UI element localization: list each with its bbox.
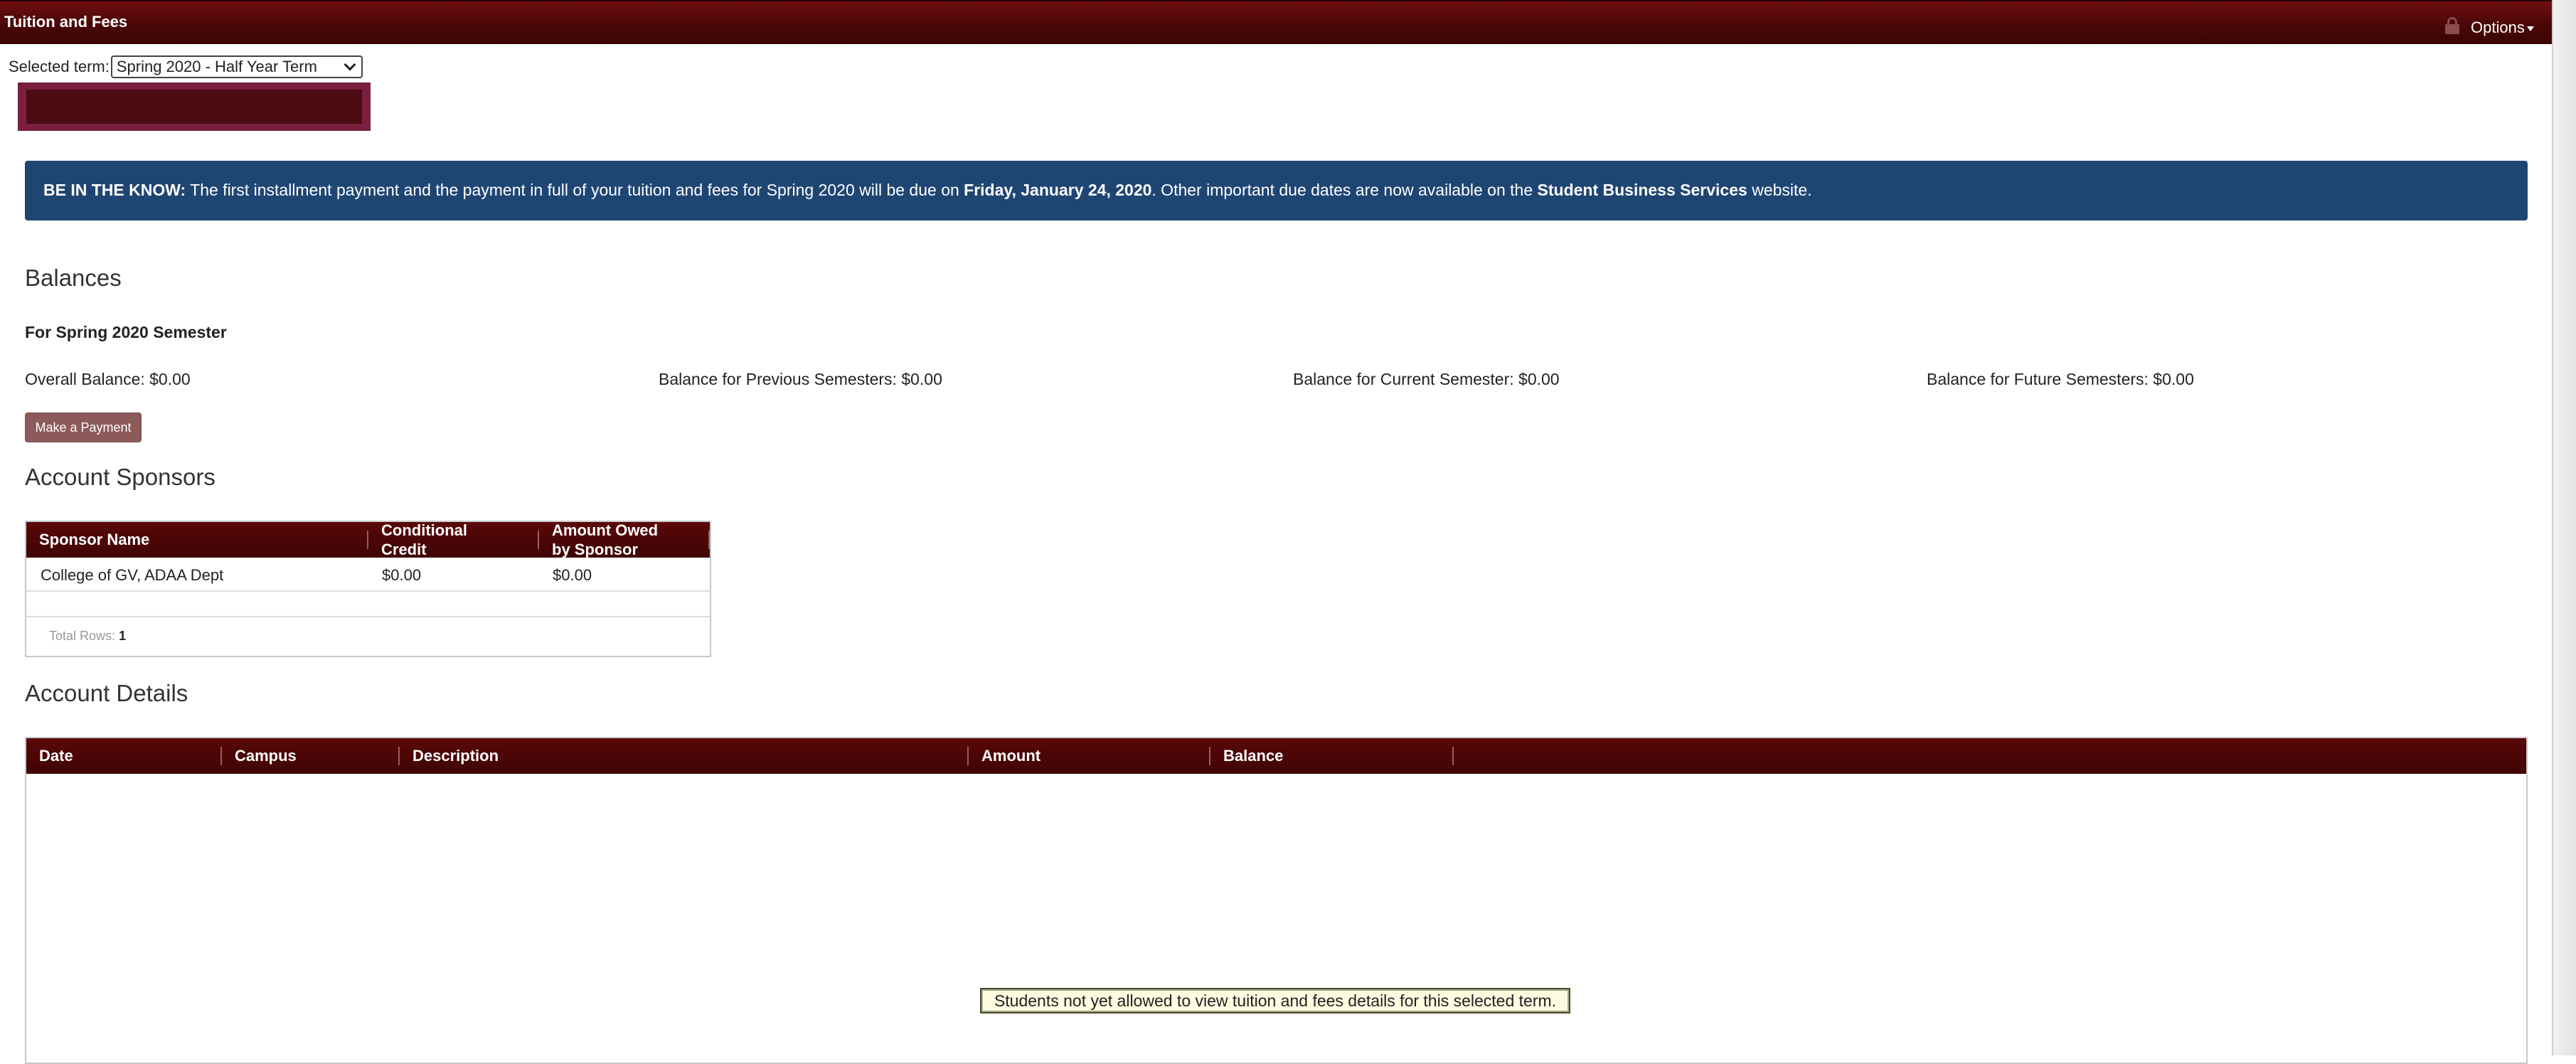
previous-balance: Balance for Previous Semesters: $0.00	[659, 370, 942, 388]
col-conditional-credit[interactable]: Conditional Credit	[368, 521, 539, 558]
col-amount-owed[interactable]: Amount Owed by Sponsor	[539, 521, 710, 558]
details-table-header: Date Campus Description Amount Balance	[26, 738, 2526, 774]
total-rows: Total Rows: 1	[49, 629, 126, 644]
banner-text-2: . Other important due dates are now avai…	[1151, 181, 1538, 199]
banner-due-date: Friday, January 24, 2020	[964, 181, 1152, 199]
overall-balance: Overall Balance: $0.00	[25, 370, 191, 388]
banner-lead: BE IN THE KNOW:	[43, 181, 186, 199]
sponsors-table: Sponsor Name Conditional Credit Amount Ow…	[25, 521, 711, 657]
sponsors-heading: Account Sponsors	[25, 464, 215, 490]
term-select-value[interactable]: Spring 2020 - Half Year Term	[117, 58, 317, 76]
options-label[interactable]: Options	[2471, 18, 2525, 36]
sponsor-name-cell: College of GV, ADAA Dept	[41, 566, 224, 584]
col-balance[interactable]: Balance	[1210, 738, 1454, 774]
term-label: Selected term:	[9, 58, 110, 75]
term-selector-row: Selected term: Spring 2020 - Half Year T…	[9, 55, 363, 78]
title-bar: Tuition and Fees Options	[0, 0, 2552, 44]
options-menu[interactable]: Options	[2471, 18, 2534, 37]
sponsors-table-header: Sponsor Name Conditional Credit Amount Ow…	[26, 521, 710, 558]
amount-owed-cell: $0.00	[553, 566, 592, 584]
current-balance: Balance for Current Semester: $0.00	[1293, 370, 1560, 388]
page-title: Tuition and Fees	[4, 13, 128, 31]
info-banner: BE IN THE KNOW: The first installment pa…	[25, 161, 2528, 220]
col-sponsor-name[interactable]: Sponsor Name	[26, 522, 368, 558]
col-amount[interactable]: Amount	[969, 738, 1210, 774]
banner-text-1: The first installment payment and the pa…	[186, 181, 964, 199]
account-details-table: Date Campus Description Amount Balance	[25, 737, 2528, 1064]
col-description[interactable]: Description	[400, 738, 969, 774]
empty-row	[26, 592, 710, 617]
caret-down-icon	[2526, 26, 2534, 31]
table-row[interactable]: College of GV, ADAA Dept $0.00 $0.00	[26, 558, 710, 592]
term-select[interactable]: Spring 2020 - Half Year Term	[110, 55, 363, 78]
conditional-credit-cell: $0.00	[382, 566, 422, 584]
col-campus[interactable]: Campus	[222, 738, 400, 774]
future-balance: Balance for Future Semesters: $0.00	[1927, 370, 2194, 388]
no-details-message: Students not yet allowed to view tuition…	[980, 988, 1570, 1014]
tuition-page: Tuition and Fees Options Selected term: …	[0, 0, 2552, 1064]
vertical-scrollbar[interactable]	[2552, 0, 2576, 1055]
semester-subheading: For Spring 2020 Semester	[25, 323, 227, 341]
banner-text-3: website.	[1747, 181, 1812, 199]
redacted-block	[18, 83, 371, 131]
balances-heading: Balances	[25, 265, 122, 291]
lock-icon	[2445, 17, 2459, 34]
details-heading: Account Details	[25, 680, 188, 706]
total-rows-label: Total Rows:	[49, 629, 116, 643]
make-payment-button[interactable]: Make a Payment	[25, 413, 142, 442]
total-rows-value: 1	[119, 629, 127, 643]
chevron-down-icon	[344, 58, 356, 71]
banner-sbs-link[interactable]: Student Business Services	[1538, 181, 1747, 199]
col-date[interactable]: Date	[26, 738, 222, 774]
